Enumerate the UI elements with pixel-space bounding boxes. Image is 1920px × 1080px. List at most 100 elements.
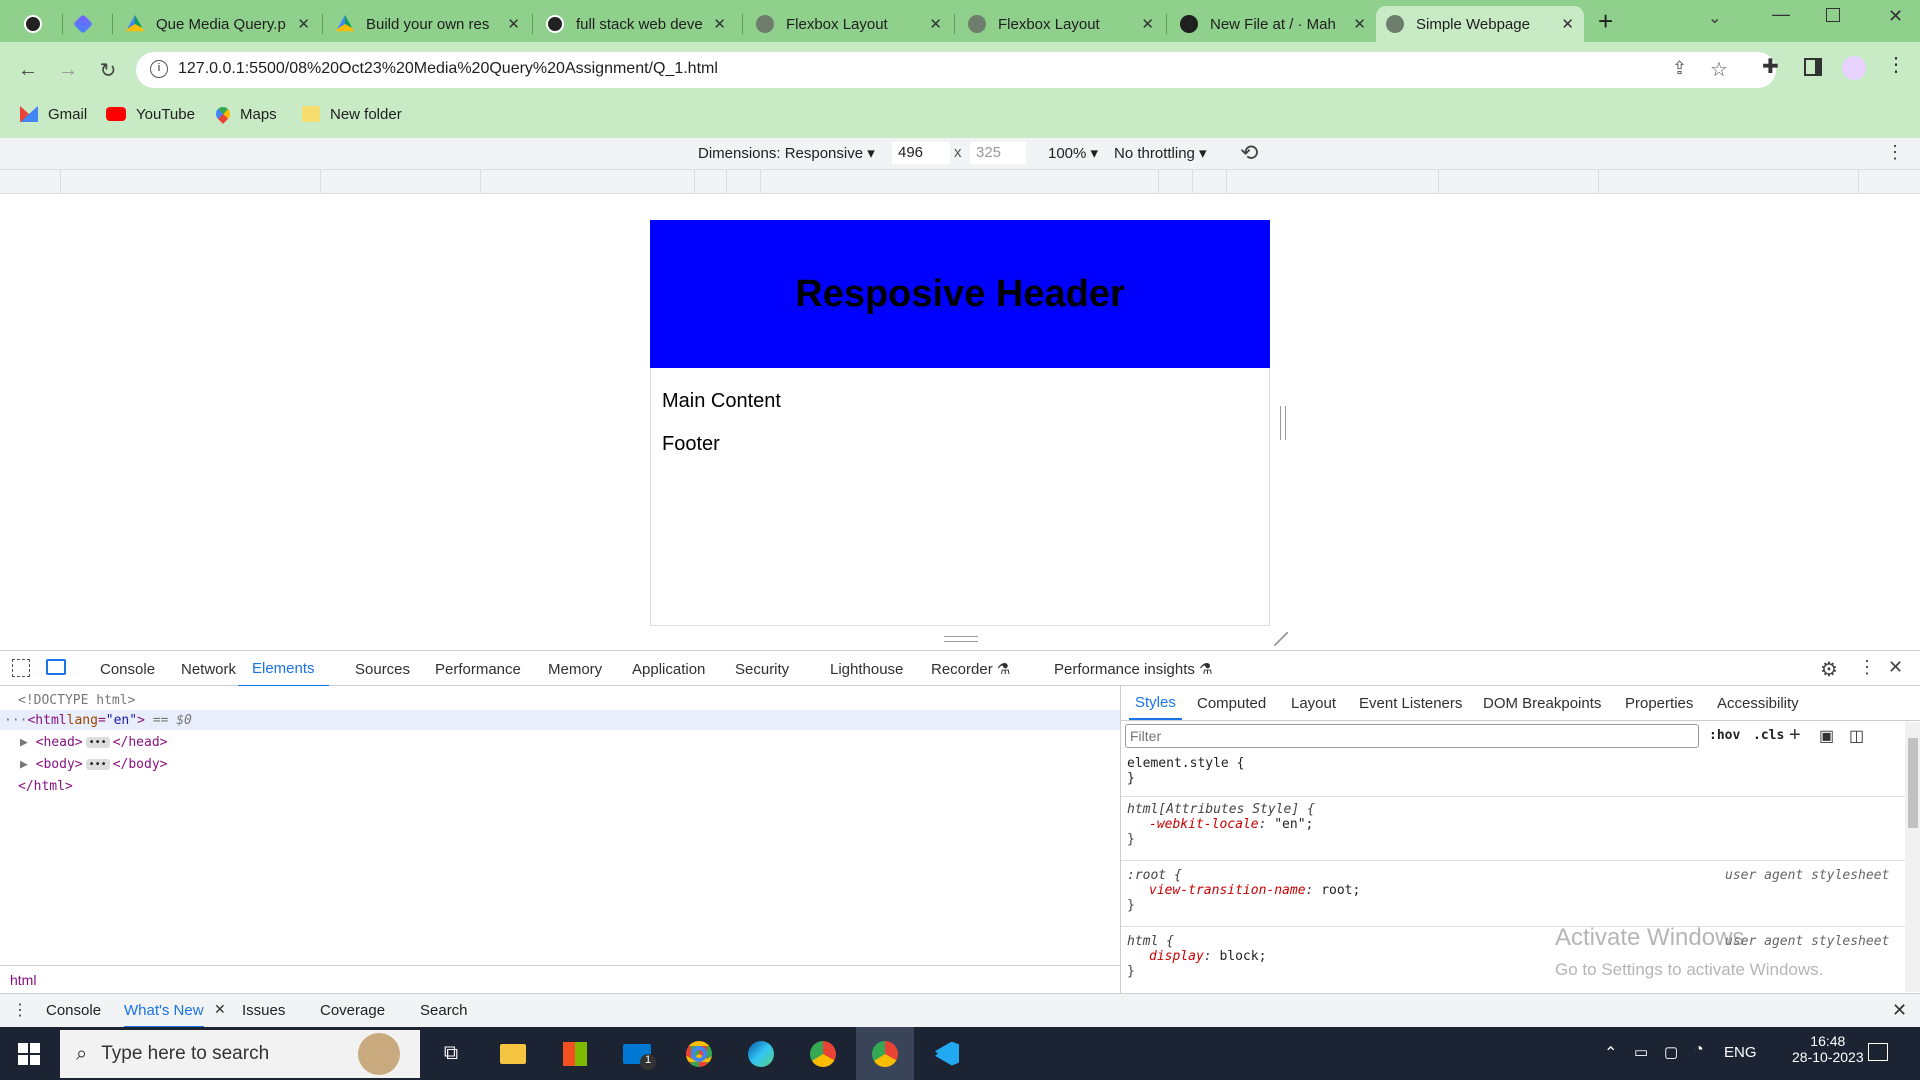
expand-triangle-icon[interactable]: ▶ <box>20 735 28 750</box>
extensions-puzzle-icon[interactable]: ✚ <box>1762 54 1779 79</box>
tab-event-listeners[interactable]: Event Listeners <box>1359 686 1462 720</box>
device-toggle-icon[interactable] <box>46 659 66 675</box>
microsoft-store-icon[interactable] <box>546 1027 604 1080</box>
vscode-icon[interactable] <box>918 1027 976 1080</box>
drawer-tab-coverage[interactable]: Coverage <box>320 1002 385 1019</box>
tab-performance[interactable]: Performance <box>435 651 521 687</box>
tab-properties[interactable]: Properties <box>1625 686 1693 720</box>
tab-accessibility[interactable]: Accessibility <box>1717 686 1799 720</box>
close-devtools-icon[interactable]: ✕ <box>1888 657 1903 678</box>
windows-start-icon[interactable] <box>18 1043 40 1065</box>
chrome-active-icon[interactable] <box>856 1027 914 1080</box>
share-icon[interactable]: ⇪ <box>1672 58 1687 79</box>
tab-application[interactable]: Application <box>632 651 705 687</box>
new-style-rule-icon[interactable]: + <box>1789 724 1801 747</box>
back-arrow-icon[interactable]: ← <box>14 56 42 84</box>
file-explorer-icon[interactable] <box>484 1027 542 1080</box>
mail-icon[interactable]: 1 <box>608 1027 666 1080</box>
throttling-dropdown[interactable]: No throttling ▾ <box>1114 144 1207 162</box>
bookmark-youtube[interactable]: YouTube <box>106 102 195 126</box>
computed-sidebar-icon[interactable]: ◫ <box>1849 726 1864 746</box>
tab-que-media-query[interactable]: Que Media Query.p ✕ <box>116 6 320 42</box>
new-tab-button[interactable]: + <box>1598 6 1613 36</box>
chrome-menu-icon[interactable]: ⋮ <box>1886 52 1906 77</box>
devtools-menu-icon[interactable]: ⋮ <box>1858 657 1876 678</box>
expand-triangle-icon[interactable]: ▶ <box>20 757 28 772</box>
close-tab-icon[interactable]: ✕ <box>1561 15 1574 33</box>
hov-button[interactable]: :hov <box>1709 728 1740 743</box>
bookmark-maps[interactable]: Maps <box>213 102 277 126</box>
tab-simple-webpage[interactable]: Simple Webpage ✕ <box>1376 6 1584 42</box>
tab-pinned-2[interactable] <box>66 6 110 42</box>
tab-github-new-file[interactable]: New File at / · Mah ✕ <box>1170 6 1376 42</box>
close-tab-icon[interactable]: ✕ <box>1353 15 1366 33</box>
tab-elements[interactable]: Elements <box>238 651 329 687</box>
restore-icon[interactable] <box>1826 8 1840 22</box>
info-icon[interactable]: i <box>150 60 168 78</box>
tab-flexbox-layout-2[interactable]: Flexbox Layout ✕ <box>958 6 1164 42</box>
resize-handle-corner[interactable] <box>1274 632 1288 646</box>
close-tab-icon[interactable]: ✕ <box>1141 15 1154 33</box>
zoom-dropdown[interactable]: 100% ▾ <box>1048 144 1098 162</box>
breadcrumb-html[interactable]: html <box>10 972 36 988</box>
bookmark-new-folder[interactable]: New folder <box>302 102 402 126</box>
styles-scrollbar[interactable] <box>1905 722 1920 992</box>
address-bar[interactable]: i 127.0.0.1:5500/08%20Oct23%20Media%20Qu… <box>136 52 1776 88</box>
tab-layout[interactable]: Layout <box>1291 686 1336 720</box>
tab-console[interactable]: Console <box>100 651 155 687</box>
tab-styles[interactable]: Styles <box>1129 686 1182 720</box>
bookmark-gmail[interactable]: Gmail <box>20 102 87 126</box>
drawer-tab-search[interactable]: Search <box>420 1002 468 1019</box>
system-clock[interactable]: 16:48 28-10-2023 <box>1792 1033 1864 1065</box>
drawer-tab-console[interactable]: Console <box>46 1002 101 1019</box>
battery-icon[interactable]: ▭ <box>1634 1043 1648 1061</box>
minimize-icon[interactable]: — <box>1772 4 1790 25</box>
height-input[interactable]: 325 <box>970 142 1026 164</box>
collapsed-ellipsis-icon[interactable]: ••• <box>85 758 110 770</box>
language-indicator[interactable]: ENG <box>1724 1044 1757 1061</box>
reload-icon[interactable]: ↻ <box>94 56 122 84</box>
device-toolbar-menu-icon[interactable]: ⋮ <box>1886 142 1904 163</box>
task-view-icon[interactable]: ⧉ <box>422 1027 480 1080</box>
side-panel-icon[interactable] <box>1804 58 1822 76</box>
tab-network[interactable]: Network <box>181 651 236 687</box>
close-tab-icon[interactable]: ✕ <box>297 15 310 33</box>
tab-memory[interactable]: Memory <box>548 651 602 687</box>
paint-brush-icon[interactable]: ▣ <box>1819 726 1834 746</box>
bookmark-star-icon[interactable]: ☆ <box>1710 57 1728 82</box>
tab-build-your-own[interactable]: Build your own res ✕ <box>326 6 530 42</box>
close-tab-icon[interactable]: ✕ <box>507 15 520 33</box>
drawer-tab-issues[interactable]: Issues <box>242 1002 285 1019</box>
tab-flexbox-layout-1[interactable]: Flexbox Layout ✕ <box>746 6 952 42</box>
width-input[interactable]: 496 <box>892 142 950 164</box>
dom-node-html[interactable]: ··· <html lang = "en" > == $0 <box>0 710 1120 730</box>
tab-pinned-1[interactable] <box>14 6 58 42</box>
tab-search-chevron-icon[interactable]: ⌄ <box>1708 8 1721 28</box>
dom-node-body[interactable]: ▶ <body> ••• </body> <box>20 754 167 774</box>
close-window-icon[interactable]: ✕ <box>1888 6 1903 27</box>
resize-handle-right[interactable] <box>1280 406 1286 440</box>
tab-performance-insights[interactable]: Performance insights ⚗ <box>1054 651 1213 687</box>
tab-lighthouse[interactable]: Lighthouse <box>830 651 903 687</box>
tab-sources[interactable]: Sources <box>355 651 410 687</box>
profile-avatar[interactable] <box>1842 56 1866 80</box>
display-icon[interactable]: ▢ <box>1664 1043 1678 1061</box>
resize-handle-bottom[interactable] <box>944 636 978 642</box>
inspect-element-icon[interactable] <box>12 659 30 677</box>
media-query-ruler[interactable] <box>0 170 1920 194</box>
dom-node-head[interactable]: ▶ <head> ••• </head> <box>20 732 167 752</box>
close-tab-icon[interactable]: ✕ <box>929 15 942 33</box>
chrome-profile-icon[interactable] <box>794 1027 852 1080</box>
tab-recorder[interactable]: Recorder ⚗ <box>931 651 1010 687</box>
rotate-icon[interactable]: ⟲ <box>1240 140 1258 166</box>
edge-icon[interactable] <box>732 1027 790 1080</box>
settings-gear-icon[interactable]: ⚙ <box>1820 657 1838 682</box>
tab-full-stack[interactable]: full stack web deve ✕ <box>536 6 736 42</box>
wifi-icon[interactable]: ◔ <box>1694 1041 1704 1059</box>
styles-filter-input[interactable] <box>1125 724 1699 748</box>
cls-button[interactable]: .cls <box>1753 728 1784 743</box>
drawer-menu-icon[interactable]: ⋮ <box>12 1000 28 1020</box>
close-drawer-tab-icon[interactable]: ✕ <box>214 1001 226 1018</box>
forward-arrow-icon[interactable]: → <box>54 56 82 84</box>
dimensions-dropdown[interactable]: Dimensions: Responsive ▾ <box>698 144 875 162</box>
